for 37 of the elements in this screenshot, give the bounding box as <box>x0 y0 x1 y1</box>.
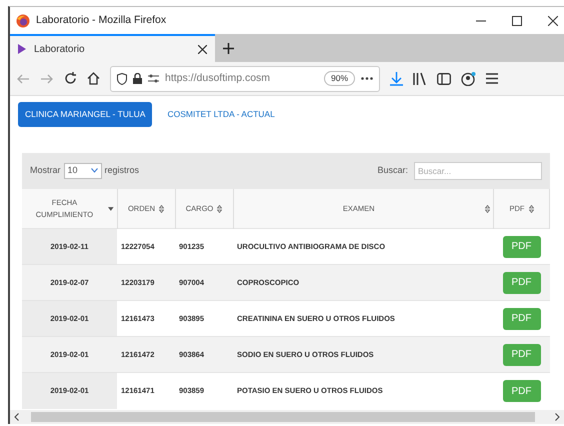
account-icon[interactable] <box>461 72 476 86</box>
new-tab-icon[interactable] <box>223 42 234 54</box>
close-icon[interactable] <box>548 16 558 26</box>
maximize-icon[interactable] <box>512 16 522 26</box>
clinic-tab[interactable]: COSMITET LTDA - ACTUAL <box>160 102 282 127</box>
url-text[interactable]: https://dusoftimp.cosm <box>165 70 270 86</box>
show-label: Mostrar <box>30 164 61 177</box>
page-length-select[interactable]: 10 <box>64 162 102 179</box>
sort-icon[interactable] <box>159 204 164 212</box>
records-label: registros <box>104 164 140 177</box>
library-icon[interactable] <box>413 72 427 85</box>
menu-icon[interactable] <box>486 73 498 84</box>
home-icon[interactable] <box>87 72 100 85</box>
window-title: Laboratorio - Mozilla Firefox <box>36 12 166 28</box>
search-field[interactable]: Buscar... <box>414 162 542 180</box>
download-icon[interactable] <box>390 72 403 86</box>
horizontal-scrollbar[interactable] <box>31 412 535 422</box>
lock-icon[interactable] <box>133 73 142 84</box>
shield-icon[interactable] <box>117 72 127 84</box>
reload-icon[interactable] <box>64 72 77 85</box>
scroll-right-icon[interactable] <box>555 413 560 421</box>
browser-tab[interactable]: Laboratorio <box>10 34 215 62</box>
clinic-tab[interactable]: CLINICA MARIANGEL - TULUA <box>18 102 152 127</box>
sort-descending-icon[interactable] <box>108 206 114 210</box>
sort-icon[interactable] <box>528 204 534 212</box>
close-tab-icon[interactable] <box>198 44 207 54</box>
search-label: Buscar: <box>377 164 408 177</box>
site-favicon-icon <box>18 44 26 54</box>
sort-icon[interactable] <box>485 204 490 212</box>
more-icon[interactable] <box>361 77 373 80</box>
sidebar-icon[interactable] <box>437 72 451 84</box>
scroll-left-icon[interactable] <box>14 413 19 421</box>
permissions-icon[interactable] <box>148 74 159 83</box>
dropdown-caret-icon[interactable] <box>90 168 98 174</box>
zoom-level[interactable]: 90% <box>324 71 355 86</box>
sort-icon[interactable] <box>217 204 222 212</box>
firefox-logo-icon <box>16 14 30 28</box>
